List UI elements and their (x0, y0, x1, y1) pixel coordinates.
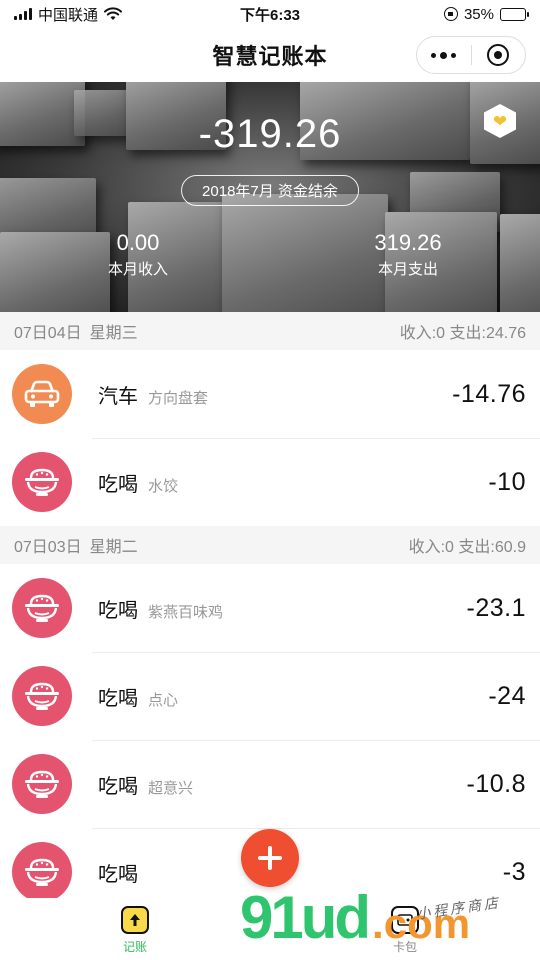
bg-block (500, 214, 540, 312)
record-category: 吃喝 (98, 599, 138, 622)
record-amount: -14.76 (452, 379, 526, 408)
record-amount: -3 (502, 857, 526, 886)
arrow-up-icon (130, 914, 140, 926)
record-category: 吃喝 (98, 687, 138, 710)
add-record-button[interactable] (241, 829, 299, 887)
record-row[interactable]: 吃喝 水饺 -10 (0, 438, 540, 526)
summary-banner: -319.26 2018年7月 资金结余 0.00 本月收入 319.26 本月… (0, 82, 540, 312)
signal-icon (14, 8, 32, 20)
carrier-text: 中国联通 (38, 6, 99, 24)
orientation-lock-icon (443, 7, 458, 21)
income-label: 本月收入 (107, 261, 168, 278)
income-value: 0.00 (116, 230, 160, 255)
income-stat: 0.00 本月收入 (68, 230, 208, 279)
record-amount: -10.8 (466, 769, 526, 798)
bowl-icon (12, 754, 72, 814)
record-category: 汽车 (98, 385, 138, 408)
record-note: 方向盘套 (148, 389, 209, 407)
expense-value: 319.26 (374, 230, 442, 255)
tab-record-label: 记账 (122, 940, 147, 954)
record-text: 吃喝 紫燕百味鸡 (98, 594, 223, 623)
watermark-main: 91ud (240, 884, 371, 951)
month-selector[interactable]: 2018年7月 资金结余 (181, 175, 359, 206)
record-text: 吃喝 水饺 (98, 468, 178, 497)
record-amount: -23.1 (466, 593, 526, 622)
record-row[interactable]: 吃喝 超意兴 -10.8 (0, 740, 540, 828)
nav-bar: 智慧记账本 (0, 28, 540, 82)
day-header: 07日04日 星期三 收入:0 支出:24.76 (0, 312, 540, 350)
close-miniprogram-button[interactable] (472, 37, 526, 73)
status-bar: 中国联通 下午6:33 35% (0, 0, 540, 28)
day-weekday: 星期三 (89, 325, 138, 342)
battery-icon (500, 7, 529, 21)
miniprogram-capsule (416, 36, 526, 74)
plus-icon (258, 846, 282, 870)
record-note: 紫燕百味鸡 (148, 603, 224, 621)
day-date: 07日04日 (14, 325, 82, 342)
wifi-icon (104, 7, 123, 20)
car-icon (12, 364, 72, 424)
day-header: 07日03日 星期二 收入:0 支出:60.9 (0, 526, 540, 564)
tab-record[interactable]: 记账 (95, 906, 175, 955)
record-note: 水饺 (148, 477, 179, 495)
record-text: 吃喝 点心 (98, 682, 178, 711)
record-amount: -10 (488, 467, 526, 496)
heart-icon: ❤ (492, 111, 508, 131)
record-text: 吃喝 (98, 858, 148, 887)
record-category: 吃喝 (98, 863, 138, 886)
bowl-icon (12, 666, 72, 726)
record-row[interactable]: 汽车 方向盘套 -14.76 (0, 350, 540, 438)
expense-label: 本月支出 (377, 261, 438, 278)
record-amount: -24 (488, 681, 526, 710)
record-row[interactable]: 吃喝 点心 -24 (0, 652, 540, 740)
more-button[interactable] (417, 37, 471, 73)
day-summary: 收入:0 支出:60.9 (408, 539, 526, 556)
record-category: 吃喝 (98, 775, 138, 798)
record-text: 汽车 方向盘套 (98, 380, 208, 409)
record-category: 吃喝 (98, 473, 138, 496)
expense-stat: 319.26 本月支出 (338, 230, 478, 279)
balance-amount: -319.26 (198, 112, 342, 156)
record-text: 吃喝 超意兴 (98, 770, 193, 799)
bowl-icon (12, 842, 72, 902)
bowl-icon (12, 578, 72, 638)
record-row[interactable]: 吃喝 紫燕百味鸡 -23.1 (0, 564, 540, 652)
day-date: 07日03日 (14, 539, 82, 556)
day-summary: 收入:0 支出:24.76 (399, 325, 526, 342)
target-icon (487, 44, 510, 66)
page-title: 智慧记账本 (212, 44, 328, 69)
bowl-icon (12, 452, 72, 512)
day-weekday: 星期二 (89, 539, 138, 556)
battery-percent: 35% (463, 5, 494, 23)
record-note: 点心 (148, 691, 179, 709)
more-dots-icon (431, 51, 457, 59)
record-note: 超意兴 (148, 779, 194, 797)
record-list: 07日04日 星期三 收入:0 支出:24.76 汽车 方向盘套 -14.76 吃喝 水饺 -1… (0, 312, 540, 916)
record-tab-icon (121, 906, 149, 934)
